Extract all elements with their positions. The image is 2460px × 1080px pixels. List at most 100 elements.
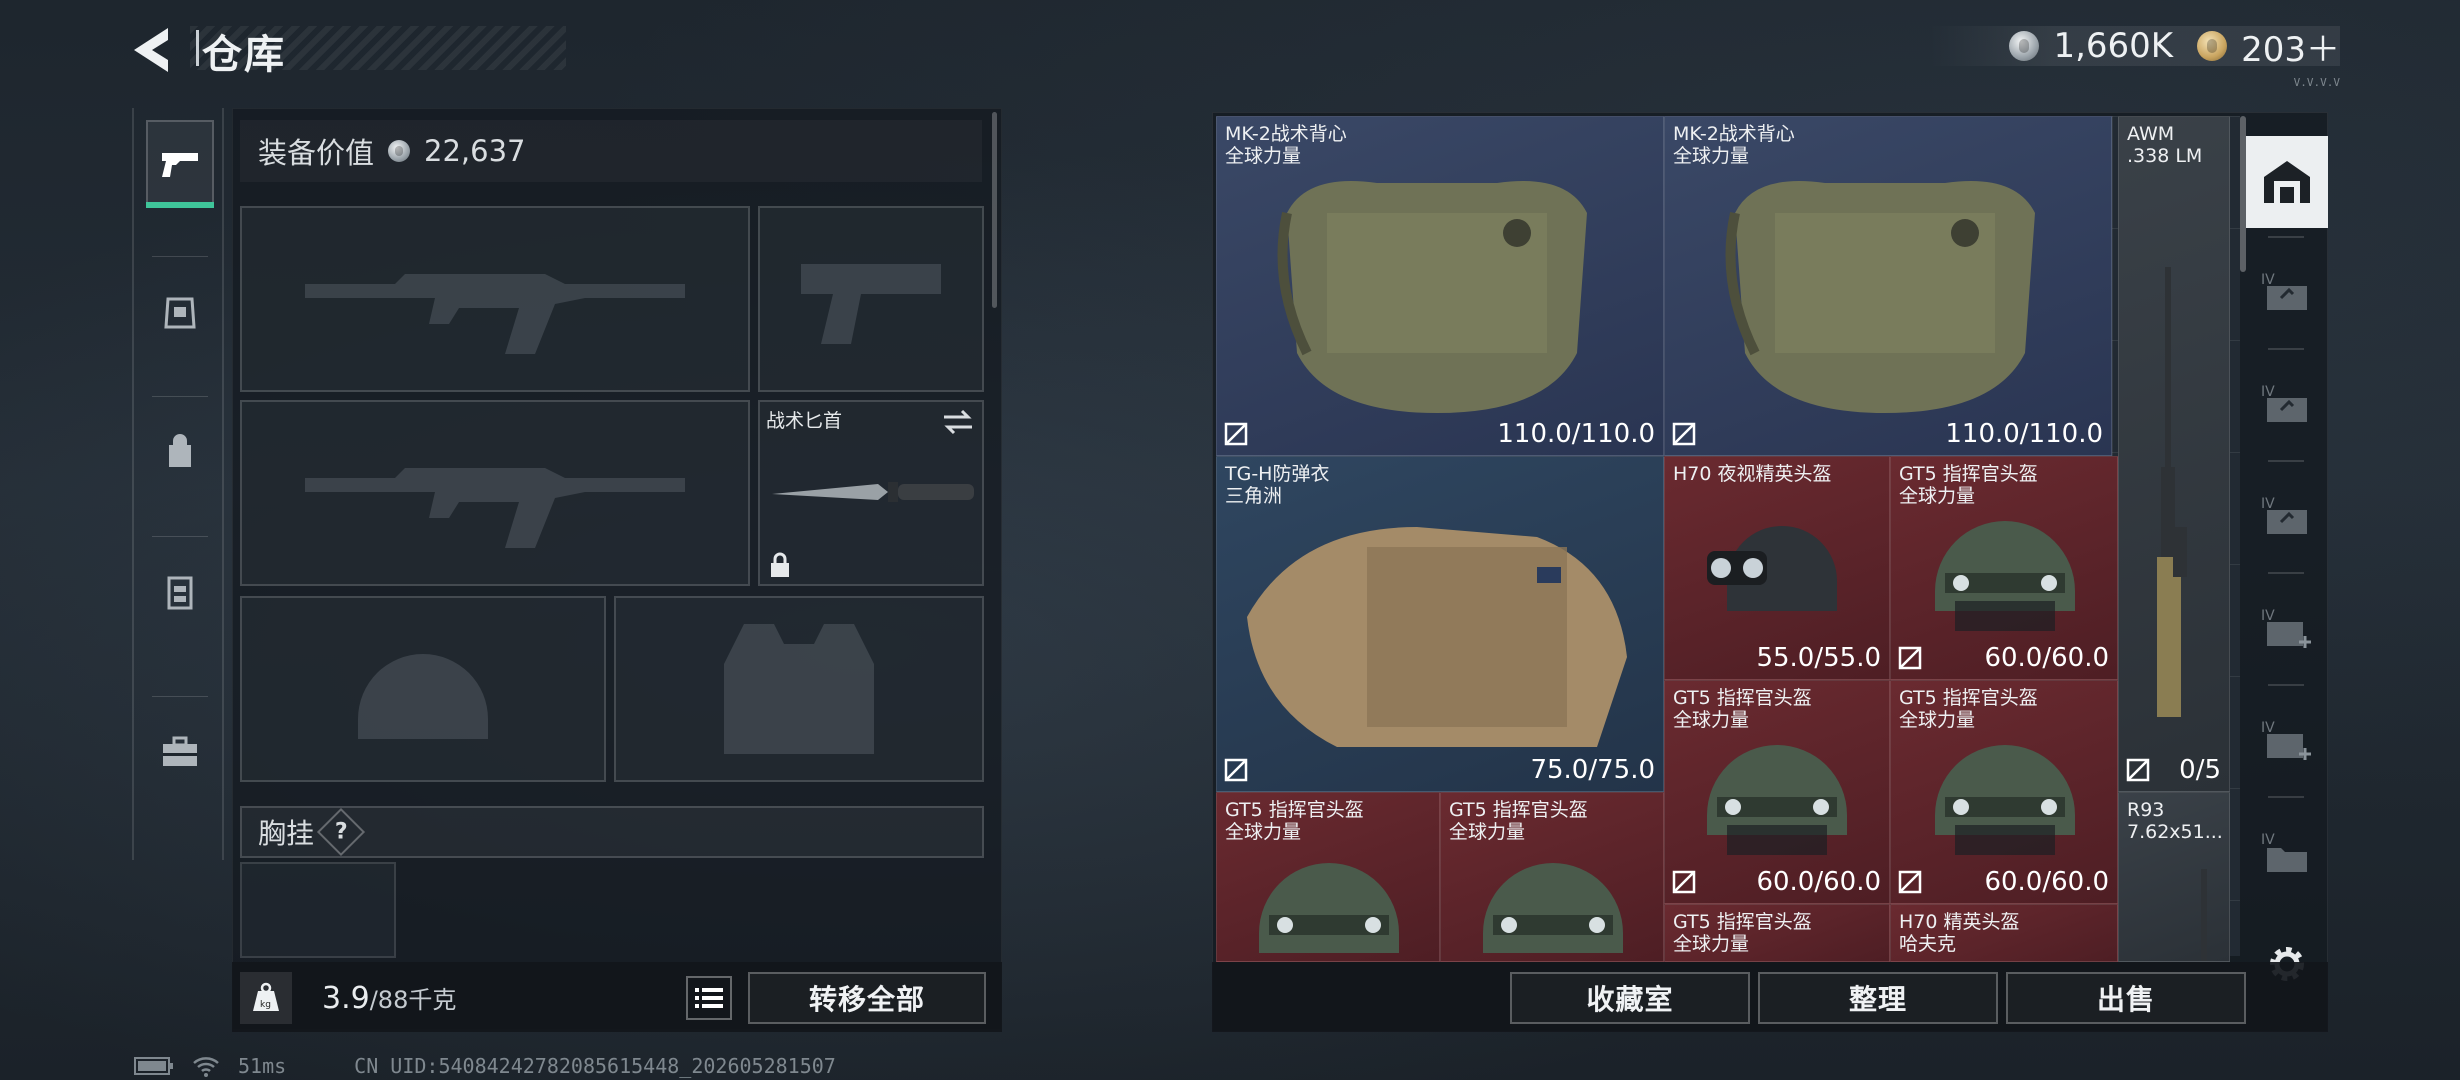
sniper-rifle-image <box>2157 267 2187 717</box>
tab-all-storage[interactable] <box>2246 136 2328 228</box>
item-name: GT5 指挥官头盔 全球力量 <box>1899 463 2038 507</box>
chest-rig-slot[interactable] <box>240 862 396 958</box>
storage-item[interactable]: GT5 指挥官头盔 全球力量 <box>1664 904 1890 962</box>
list-view-button[interactable] <box>686 976 732 1020</box>
warehouse-icon <box>2264 161 2310 203</box>
silver-coin-icon <box>388 140 411 162</box>
storage-tab-nav: IV IV IV IV IV IV <box>2246 112 2328 1032</box>
no-insure-icon <box>1672 870 1696 894</box>
wifi-icon <box>193 1057 219 1077</box>
storage-item[interactable]: AWM .338 LM 0/5 <box>2118 116 2230 792</box>
storage-item[interactable]: MK-2战术背心 全球力量 110.0/110.0 <box>1216 116 1664 456</box>
tab-storage-2[interactable]: IV <box>2252 362 2322 446</box>
storage-box-icon: IV <box>2261 496 2307 534</box>
no-insure-icon <box>1672 422 1696 446</box>
storage-item[interactable]: GT5 指挥官头盔 全球力量 60.0/60.0 <box>1890 456 2118 680</box>
storage-item[interactable]: MK-2战术背心 全球力量 110.0/110.0 <box>1664 116 2112 456</box>
svg-text:IV: IV <box>2261 272 2275 288</box>
equipment-value-label: 装备价值 <box>258 136 375 170</box>
tab-add-storage-1[interactable]: IV <box>2252 586 2322 670</box>
storage-box-icon: IV <box>2261 272 2307 310</box>
nav-case[interactable] <box>146 708 214 796</box>
swap-icon[interactable] <box>942 408 974 436</box>
gold-amount[interactable]: 203＋ <box>2241 22 2340 71</box>
storage-item[interactable]: GT5 指挥官头盔 全球力量 <box>1440 792 1664 962</box>
chest-rig-header: 胸挂 ? <box>240 806 984 858</box>
svg-text:IV: IV <box>2261 384 2275 400</box>
helmet-image <box>1259 863 1399 953</box>
top-bar: 仓库 1,660K 203＋ V.V.V.V <box>0 0 2460 100</box>
silver-coin-icon <box>2009 31 2040 61</box>
weight-icon: kg <box>240 972 292 1024</box>
title-separator <box>196 30 199 66</box>
pistol-silhouette-icon <box>801 264 941 344</box>
weight-limit: /88千克 <box>369 986 457 1014</box>
nav-weapons[interactable] <box>146 120 214 208</box>
armor-icon <box>164 297 196 329</box>
item-durability: 75.0/75.0 <box>1530 755 1655 785</box>
status-bar: 51ms CN UID:540842427820856154​48_202605… <box>134 1054 836 1078</box>
equipment-scrollbar[interactable] <box>992 112 997 308</box>
svg-text:kg: kg <box>260 1000 271 1010</box>
storage-item[interactable]: H70 精英头盔 哈夫克 <box>1890 904 2118 962</box>
knife-slot-label: 战术匕首 <box>766 410 843 432</box>
nav-helmet[interactable] <box>146 268 214 356</box>
helmet-silhouette-icon <box>358 654 488 739</box>
helmet-slot[interactable] <box>240 596 606 782</box>
equipment-value-bar: 装备价值 22,637 <box>240 120 982 182</box>
help-icon[interactable]: ? <box>316 807 366 857</box>
back-button[interactable] <box>128 22 188 78</box>
transfer-all-button[interactable]: 转移全部 <box>748 972 986 1024</box>
sort-button[interactable]: 整理 <box>1758 972 1998 1024</box>
weight-readout: 3.9/88千克 <box>322 980 456 1016</box>
no-insure-icon <box>1224 422 1248 446</box>
armor-silhouette-icon <box>724 624 874 754</box>
tab-storage-1[interactable]: IV <box>2252 250 2322 334</box>
storage-item[interactable]: GT5 指挥官头盔 全球力量 60.0/60.0 <box>1664 680 1890 904</box>
helmet-image <box>1935 745 2075 855</box>
item-durability: 110.0/110.0 <box>1945 419 2103 449</box>
uid-text: CN UID:540842427820856154​48_20260528150… <box>354 1054 836 1078</box>
item-durability: 60.0/60.0 <box>1756 867 1881 897</box>
item-name: GT5 指挥官头盔 全球力量 <box>1899 687 2038 731</box>
page-title: 仓库 <box>202 32 286 78</box>
add-storage-icon: IV <box>2261 720 2311 760</box>
rifle-silhouette-icon <box>305 274 685 354</box>
weight-value: 3.9 <box>322 981 370 1016</box>
pistol-slot[interactable] <box>758 206 984 392</box>
item-name: H70 夜视精英头盔 <box>1673 463 1832 485</box>
storage-item[interactable]: GT5 指挥官头盔 全球力量 <box>1216 792 1440 962</box>
item-name: MK-2战术背心 全球力量 <box>1225 123 1347 167</box>
storage-item[interactable]: R93 7.62x51... <box>2118 792 2230 962</box>
item-name: H70 精英头盔 哈夫克 <box>1899 911 2020 955</box>
battery-icon <box>134 1057 173 1075</box>
storage-item[interactable]: TG-H防弹衣 三角洲 75.0/75.0 <box>1216 456 1664 792</box>
item-name: GT5 指挥官头盔 全球力量 <box>1449 799 1588 843</box>
tab-storage-folder[interactable]: IV <box>2252 810 2322 894</box>
svg-text:IV: IV <box>2261 496 2275 512</box>
item-durability: 60.0/60.0 <box>1984 643 2109 673</box>
briefcase-icon <box>163 736 197 766</box>
item-name: GT5 指挥官头盔 全球力量 <box>1673 687 1812 731</box>
back-arrow-icon <box>134 28 168 72</box>
sell-button[interactable]: 出售 <box>2006 972 2246 1024</box>
item-durability: 110.0/110.0 <box>1497 419 1655 449</box>
item-name: TG-H防弹衣 三角洲 <box>1225 463 1330 507</box>
no-insure-icon <box>1898 870 1922 894</box>
tactical-vest-image <box>1725 181 2035 413</box>
secondary-weapon-slot[interactable] <box>240 400 750 586</box>
tab-storage-3[interactable]: IV <box>2252 474 2322 558</box>
knife-slot[interactable]: 战术匕首 <box>758 400 984 586</box>
vault-button[interactable]: 收藏室 <box>1510 972 1750 1024</box>
rig-icon <box>167 576 193 610</box>
storage-item[interactable]: GT5 指挥官头盔 全球力量 60.0/60.0 <box>1890 680 2118 904</box>
svg-text:IV: IV <box>2261 608 2275 624</box>
tab-add-storage-2[interactable]: IV <box>2252 698 2322 782</box>
nav-chest-rig[interactable] <box>146 548 214 636</box>
knife-image <box>772 482 974 502</box>
storage-item[interactable]: H70 夜视精英头盔 55.0/55.0 <box>1664 456 1890 680</box>
silver-amount: 1,660K <box>2053 26 2174 66</box>
primary-weapon-slot[interactable] <box>240 206 750 392</box>
nav-backpack[interactable] <box>146 408 214 496</box>
armor-slot[interactable] <box>614 596 984 782</box>
